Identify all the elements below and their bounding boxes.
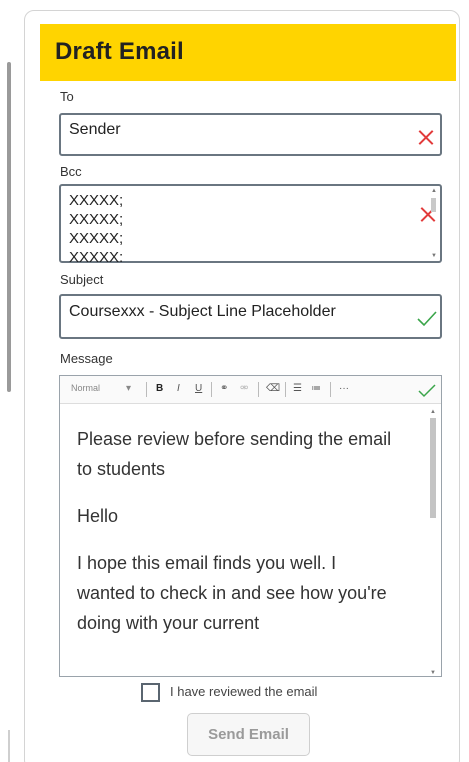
message-label: Message [60, 351, 113, 366]
chevron-down-icon[interactable]: ▾ [126, 383, 131, 394]
subject-label: Subject [60, 272, 104, 287]
review-checkbox-label[interactable]: I have reviewed the email [170, 684, 317, 699]
toolbar-divider [211, 382, 212, 397]
to-field[interactable]: Sender [59, 113, 442, 156]
check-icon [417, 311, 437, 327]
toolbar-divider [285, 382, 286, 397]
card-header: Draft Email [40, 24, 456, 81]
check-icon [418, 384, 436, 398]
clear-format-icon[interactable]: ⌫ [266, 383, 280, 394]
message-paragraph: Hello [77, 506, 119, 526]
link-icon[interactable]: ⚭ [220, 383, 228, 394]
send-email-button[interactable]: Send Email [187, 713, 310, 756]
bcc-recipient: XXXXX; [69, 192, 124, 209]
scroll-down-arrow-icon[interactable]: ▼ [430, 670, 436, 676]
more-options-button[interactable]: ··· [339, 383, 349, 394]
scrollbar-thumb[interactable] [431, 198, 436, 212]
scroll-down-arrow-icon[interactable]: ▼ [431, 253, 437, 259]
message-editor[interactable]: Normal ▾ B I U ⚭ ⚮ ⌫ ☰ ≔ ··· Please revi… [59, 375, 442, 677]
toolbar-divider [330, 382, 331, 397]
editor-toolbar: Normal ▾ B I U ⚭ ⚮ ⌫ ☰ ≔ ··· [60, 376, 441, 404]
error-x-icon [418, 129, 434, 145]
unlink-icon[interactable]: ⚮ [240, 383, 248, 394]
review-checkbox[interactable] [141, 683, 160, 702]
subject-field[interactable]: Coursexxx - Subject Line Placeholder [59, 294, 442, 339]
bcc-recipient: XXXXX; [69, 211, 124, 228]
bcc-field[interactable]: XXXXX; XXXXX; XXXXX; XXXXX; ▲ ▼ [59, 184, 442, 263]
bcc-recipient-list: XXXXX; XXXXX; XXXXX; XXXXX; [69, 192, 123, 262]
bullet-list-icon[interactable]: ☰ [293, 383, 302, 394]
scroll-up-arrow-icon[interactable]: ▲ [430, 409, 436, 415]
toolbar-divider [146, 382, 147, 397]
toolbar-divider [258, 382, 259, 397]
bcc-recipient: XXXXX; [69, 249, 124, 262]
bcc-label: Bcc [60, 164, 82, 179]
to-label: To [60, 89, 74, 104]
page-title: Draft Email [55, 38, 184, 65]
format-select[interactable]: Normal [71, 383, 100, 393]
subject-value: Coursexxx - Subject Line Placeholder [69, 303, 336, 320]
page-scrollbar[interactable] [7, 62, 11, 392]
message-paragraph: I hope this email finds you well. I want… [77, 553, 387, 633]
bcc-recipient: XXXXX; [69, 230, 124, 247]
italic-button[interactable]: I [177, 383, 180, 394]
message-body[interactable]: Please review before sending the email t… [77, 424, 397, 672]
message-paragraph: Please review before sending the email t… [77, 429, 392, 479]
message-scrollbar[interactable]: ▲ ▼ [428, 409, 438, 676]
numbered-list-icon[interactable]: ≔ [311, 383, 321, 394]
scroll-up-arrow-icon[interactable]: ▲ [431, 188, 437, 194]
bold-button[interactable]: B [156, 383, 163, 394]
page-edge-line [8, 730, 10, 762]
scrollbar-thumb[interactable] [430, 418, 436, 518]
to-value: Sender [69, 121, 121, 138]
bcc-scrollbar[interactable]: ▲ ▼ [430, 188, 438, 259]
underline-button[interactable]: U [195, 383, 202, 394]
